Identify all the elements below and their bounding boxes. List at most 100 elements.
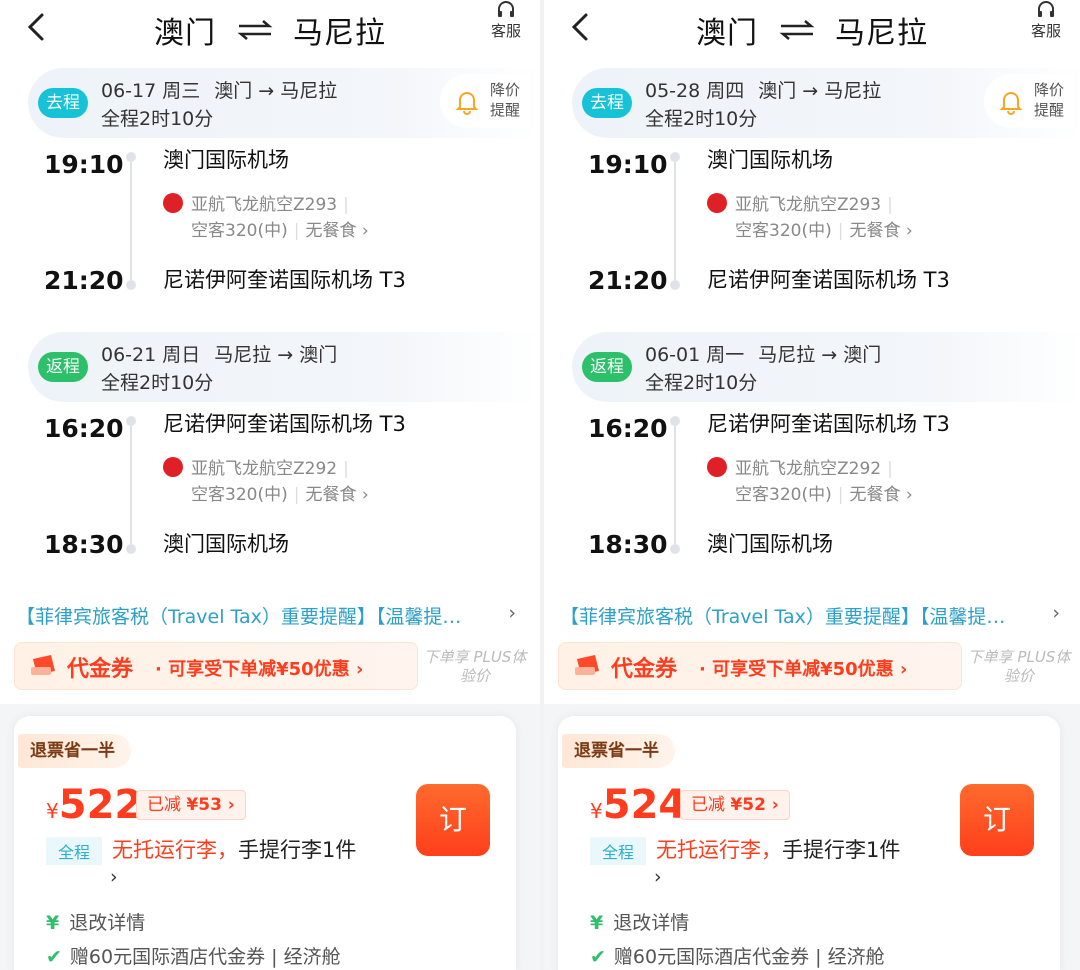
plus-price-label: 下单享 PLUS体验价: [423, 648, 527, 685]
refund-info-label: 退改详情: [613, 912, 690, 934]
voucher-title: 代金券: [611, 657, 678, 682]
discount-badge[interactable]: 已减 ¥53 ›: [136, 790, 246, 820]
flight-detail-panel-left: 澳门 马尼拉 客服 去程 06-17 周三 澳门 → 马尼拉 全程2时10分 降价…: [0, 0, 540, 970]
return-arr-time: 18:30: [588, 530, 668, 559]
return-flight[interactable]: 16:20 尼诺伊阿奎诺国际机场 T3 亚航飞龙航空Z292 | 空客320(中)…: [0, 412, 540, 574]
bell-icon: [999, 92, 1023, 115]
timeline-dot: [126, 152, 136, 162]
return-meal: 无餐食: [305, 485, 357, 505]
outbound-aircraft: 空客320(中): [191, 221, 288, 241]
outbound-aircraft-info[interactable]: 空客320(中) | 无餐食 ›: [735, 216, 913, 241]
customer-service-label: 客服: [490, 22, 521, 40]
timeline-dot: [670, 280, 680, 290]
return-aircraft: 空客320(中): [735, 485, 832, 505]
outbound-airline-name: 亚航飞龙航空Z293: [191, 195, 338, 215]
discount-amount: ¥52 ›: [730, 795, 779, 815]
title-from: 澳门: [695, 16, 758, 51]
discount-label: 已减: [147, 795, 181, 815]
timeline: [674, 158, 676, 286]
timeline-dot: [126, 416, 136, 426]
return-route: 马尼拉 → 澳门: [214, 344, 338, 366]
return-airline-name: 亚航飞龙航空Z292: [191, 459, 338, 479]
airasia-logo-icon: [163, 193, 183, 213]
price-alert-button[interactable]: 降价提醒: [440, 74, 530, 128]
gift-label: 赠60元国际酒店代金券 | 经济舱: [613, 946, 885, 968]
carry-on-baggage: 手提行李1件: [238, 838, 357, 862]
baggage-row[interactable]: 全程 无托运行李，手提行李1件: [590, 834, 900, 865]
outbound-tag: 去程: [38, 88, 88, 118]
return-date: 06-21 周日: [101, 344, 201, 366]
no-checked-baggage: 无托运行李，: [112, 838, 239, 862]
check-icon: ✔: [46, 946, 62, 968]
flight-detail-panel-right: 澳门 马尼拉 客服 去程 05-28 周四 澳门 → 马尼拉 全程2时10分 降价…: [544, 0, 1080, 970]
headset-icon: [498, 1, 514, 17]
chevron-right-icon: ›: [1046, 602, 1060, 624]
return-airline: 亚航飞龙航空Z292 |: [163, 454, 355, 479]
outbound-segment-banner: 去程 06-17 周三 澳门 → 马尼拉 全程2时10分 降价提醒: [28, 68, 540, 138]
return-dep-airport: 尼诺伊阿奎诺国际机场 T3: [163, 412, 406, 436]
notice-text: 【菲律宾旅客税（Travel Tax）重要提醒】【温馨提…: [16, 606, 462, 628]
outbound-duration: 全程2时10分: [645, 108, 758, 130]
travel-tax-notice[interactable]: 【菲律宾旅客税（Travel Tax）重要提醒】【温馨提… ›: [16, 602, 516, 629]
return-aircraft-info[interactable]: 空客320(中) | 无餐食 ›: [735, 480, 913, 505]
return-flight[interactable]: 16:20 尼诺伊阿奎诺国际机场 T3 亚航飞龙航空Z292 | 空客320(中)…: [544, 412, 1080, 574]
outbound-arr-airport: 尼诺伊阿奎诺国际机场 T3: [163, 268, 406, 292]
chevron-right-icon[interactable]: ›: [110, 866, 118, 888]
voucher-banner[interactable]: 代金券 · 可享受下单减¥50优惠 ›: [14, 642, 418, 690]
gift-info: ✔ 赠60元国际酒店代金券 | 经济舱: [590, 942, 885, 969]
outbound-route: 澳门 → 马尼拉: [214, 80, 338, 102]
airasia-logo-icon: [707, 457, 727, 477]
return-date-route: 06-01 周一 马尼拉 → 澳门: [645, 340, 895, 367]
price-alert-label: 降价提醒: [1034, 81, 1065, 119]
price-card: 退票省一半 ¥522 已减 ¥53 › 订 全程 无托运行李，手提行李1件 › ¥…: [14, 716, 516, 970]
book-button[interactable]: 订: [416, 784, 490, 856]
book-button[interactable]: 订: [960, 784, 1034, 856]
outbound-arr-airport: 尼诺伊阿奎诺国际机场 T3: [707, 268, 950, 292]
outbound-aircraft: 空客320(中): [735, 221, 832, 241]
yen-icon: ¥: [46, 912, 60, 934]
voucher-banner[interactable]: 代金券 · 可享受下单减¥50优惠 ›: [558, 642, 962, 690]
outbound-flight[interactable]: 19:10 澳门国际机场 亚航飞龙航空Z293 | 空客320(中) | 无餐食 › …: [0, 148, 540, 310]
refund-change-details[interactable]: ¥ 退改详情: [46, 908, 145, 935]
chevron-right-icon: ›: [905, 221, 913, 241]
outbound-meal: 无餐食: [849, 221, 901, 241]
chevron-right-icon: ›: [502, 602, 516, 624]
return-dep-time: 16:20: [44, 414, 124, 443]
outbound-aircraft-info[interactable]: 空客320(中) | 无餐食 ›: [191, 216, 369, 241]
discount-badge[interactable]: 已减 ¥52 ›: [680, 790, 790, 820]
swap-arrows-icon: [237, 20, 272, 40]
customer-service-button[interactable]: 客服: [1026, 0, 1066, 41]
gift-info: ✔ 赠60元国际酒店代金券 | 经济舱: [46, 942, 341, 969]
customer-service-button[interactable]: 客服: [486, 0, 526, 41]
outbound-airline: 亚航飞龙航空Z293 |: [707, 190, 899, 215]
title-to: 马尼拉: [293, 16, 387, 51]
price-alert-label: 降价提醒: [490, 81, 521, 119]
price-alert-button[interactable]: 降价提醒: [984, 74, 1074, 128]
timeline-dot: [126, 280, 136, 290]
outbound-tag: 去程: [582, 88, 632, 118]
voucher-desc: · 可享受下单减¥50优惠 ›: [699, 659, 908, 680]
return-airline-name: 亚航飞龙航空Z292: [735, 459, 882, 479]
carry-on-baggage: 手提行李1件: [782, 838, 901, 862]
return-aircraft-info[interactable]: 空客320(中) | 无餐食 ›: [191, 480, 369, 505]
title-to: 马尼拉: [835, 16, 929, 51]
refund-badge: 退票省一半: [18, 734, 131, 768]
check-icon: ✔: [590, 946, 606, 968]
trip-tag: 全程: [46, 837, 103, 865]
price-row: ¥522: [46, 782, 142, 828]
refund-change-details[interactable]: ¥ 退改详情: [590, 908, 689, 935]
return-meal: 无餐食: [849, 485, 901, 505]
price-row: ¥524: [590, 782, 686, 828]
baggage-row[interactable]: 全程 无托运行李，手提行李1件: [46, 834, 356, 865]
chevron-right-icon[interactable]: ›: [654, 866, 662, 888]
return-dep-airport: 尼诺伊阿奎诺国际机场 T3: [707, 412, 950, 436]
travel-tax-notice[interactable]: 【菲律宾旅客税（Travel Tax）重要提醒】【温馨提… ›: [560, 602, 1060, 629]
timeline: [674, 422, 676, 550]
outbound-flight[interactable]: 19:10 澳门国际机场 亚航飞龙航空Z293 | 空客320(中) | 无餐食 › …: [544, 148, 1080, 310]
bell-icon: [455, 92, 479, 115]
chevron-right-icon: ›: [905, 485, 913, 505]
outbound-date: 05-28 周四: [645, 80, 745, 102]
return-date-route: 06-21 周日 马尼拉 → 澳门: [101, 340, 351, 367]
outbound-date: 06-17 周三: [101, 80, 201, 102]
price-card: 退票省一半 ¥524 已减 ¥52 › 订 全程 无托运行李，手提行李1件 › ¥…: [558, 716, 1060, 970]
